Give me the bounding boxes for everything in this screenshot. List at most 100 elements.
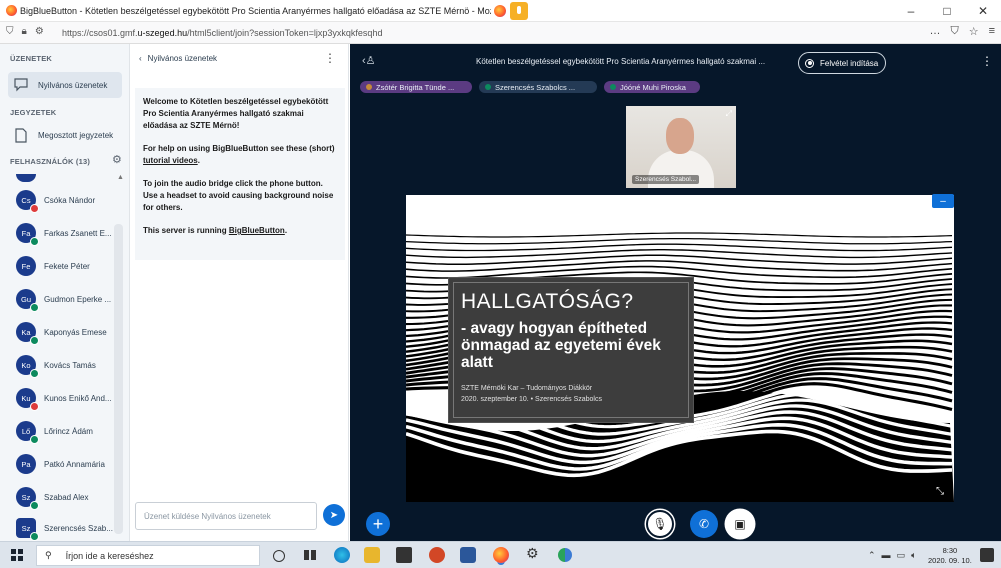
screen-share-indicator-icon <box>491 2 509 20</box>
cortana-icon[interactable] <box>273 550 285 562</box>
maximize-button[interactable]: □ <box>929 0 965 22</box>
system-tray[interactable]: ⌃ ▬ ▭ 🔈︎ <box>868 550 916 561</box>
leave-audio-phone-button[interactable]: ✆ <box>690 510 718 538</box>
wave-line <box>406 237 953 245</box>
audio-status-icon <box>30 237 39 246</box>
url-text[interactable]: https://csos01.gmf.u-szeged.hu/html5clie… <box>62 28 382 38</box>
user-list-item[interactable]: Pa Patkó Annamária <box>16 450 116 478</box>
taskbar-clock[interactable]: 8:30 2020. 09. 10. <box>928 546 972 566</box>
sidebar-item-shared-notes[interactable]: Megosztott jegyzetek <box>8 122 122 148</box>
user-list-item[interactable]: Sz Szabad Alex <box>16 483 116 511</box>
search-icon: ⚲ <box>45 550 52 560</box>
lock-icon[interactable]: 🔒︎ <box>22 26 27 37</box>
chat-back-button[interactable]: ‹ Nyilvános üzenetek <box>139 54 217 63</box>
notification-center-icon[interactable] <box>980 548 994 562</box>
permissions-icon[interactable]: ⚙︎ <box>35 26 44 37</box>
messages-header: ÜZENETEK <box>10 54 53 63</box>
taskbar-search-input[interactable]: ⚲ Írjon ide a kereséshez <box>36 545 260 566</box>
chat-options-kebab-icon[interactable]: ⋮ <box>324 51 336 65</box>
start-recording-button[interactable]: Felvétel indítása <box>798 52 886 74</box>
audio-status-icon <box>30 532 39 541</box>
sidebar-item-public-chat[interactable]: Nyilvános üzenetek <box>8 72 122 98</box>
fullscreen-icon[interactable]: ⤡ <box>936 486 944 497</box>
sidebar-item-label: Megosztott jegyzetek <box>38 130 114 140</box>
share-webcam-button[interactable]: ▣ <box>726 510 754 538</box>
webcam-video[interactable]: ⤢ Szerencsés Szabol... <box>626 106 736 188</box>
actions-plus-button[interactable]: + <box>366 512 390 536</box>
avatar: Cs <box>16 190 39 213</box>
windows-taskbar: ⚲ Írjon ide a kereséshez ⚙ ⌃ ▬ ▭ 🔈︎ 8:30 2020… <box>0 541 1001 568</box>
talking-indicator[interactable]: Jóóné Muhi Piroska <box>604 81 700 93</box>
welcome-message: Welcome to Kötetlen beszélgetéssel egybe… <box>135 88 345 260</box>
bigbluebutton-link[interactable]: BigBlueButton <box>229 226 285 235</box>
shield-icon[interactable]: ⛉ <box>6 26 14 37</box>
user-list-item[interactable]: Gu Gudmon Eperke ... <box>16 285 116 313</box>
page-actions-icon[interactable]: … <box>929 25 940 38</box>
muted-status-icon <box>30 204 39 213</box>
user-list-item[interactable]: Cs Csóka Nándor <box>16 186 116 214</box>
store-icon[interactable] <box>396 547 412 563</box>
muted-microphone-icon: 🎙︎ <box>652 517 668 531</box>
pocket-icon[interactable]: ⛉ <box>950 25 958 38</box>
server-text: This server is running BigBlueButton. <box>143 226 288 235</box>
minimize-button[interactable]: – <box>893 0 929 22</box>
chat-message-input[interactable]: Üzenet küldése Nyilvános üzenetek <box>135 502 317 530</box>
chat-bubble-icon <box>12 76 30 94</box>
mute-microphone-button[interactable]: 🎙︎ <box>646 510 674 538</box>
user-settings-gear-icon[interactable]: ⚙ <box>112 153 122 166</box>
avatar: Ku <box>16 388 39 411</box>
close-window-button[interactable]: ✕ <box>965 0 1001 22</box>
slide-subtitle: - avagy hogyan építheted önmagad az egye… <box>461 320 661 371</box>
audio-status-icon <box>30 501 39 510</box>
window-titlebar: BigBlueButton - Kötetlen beszélgetéssel … <box>0 0 1001 22</box>
word-icon[interactable] <box>460 547 476 563</box>
file-explorer-icon[interactable] <box>364 547 380 563</box>
help-text: For help on using BigBlueButton see thes… <box>143 144 335 165</box>
presentation-slide[interactable]: HALLGATÓSÁG? - avagy hogyan építheted ön… <box>406 195 954 502</box>
app-icon[interactable] <box>558 548 572 562</box>
task-view-icon[interactable] <box>302 547 318 563</box>
user-list-item[interactable]: Fa Farkas Zsanett E... <box>16 219 116 247</box>
scroll-up-chevron-icon[interactable]: ▲ <box>117 174 124 181</box>
user-list-item[interactable]: Ku Kunos Enikő And... <box>16 384 116 412</box>
user-list-item[interactable]: Ko Kovács Tamás <box>16 351 116 379</box>
edge-browser-icon[interactable] <box>334 547 350 563</box>
tray-chevron-icon: ⌃ <box>868 550 876 560</box>
firefox-taskbar-icon[interactable] <box>493 547 509 563</box>
chat-panel: ‹ Nyilvános üzenetek ⋮ Welcome to Kötetle… <box>131 44 349 541</box>
options-kebab-icon[interactable]: ⋮ <box>981 54 993 68</box>
windows-start-icon[interactable] <box>11 549 23 561</box>
user-list-item[interactable]: Ka Kaponyás Emese <box>16 318 116 346</box>
minimize-presentation-button[interactable]: – <box>932 194 954 208</box>
user-list-item[interactable]: Fe Fekete Péter <box>16 252 116 280</box>
user-list-item[interactable]: Lő Lőrincz Ádám <box>16 417 116 445</box>
talking-icon <box>366 84 372 90</box>
tutorial-videos-link[interactable]: tutorial videos <box>143 156 198 165</box>
toggle-userlist-icon[interactable]: ‹♙ <box>362 54 376 67</box>
hamburger-menu-icon[interactable]: ≡ <box>989 25 995 38</box>
expand-webcam-icon[interactable]: ⤢ <box>726 109 732 119</box>
video-camera-off-icon: ▣ <box>734 517 746 531</box>
slide-footer: SZTE Mérnöki Kar – Tudományos Diákkör 202… <box>461 385 602 403</box>
welcome-text: Welcome to Kötetlen beszélgetéssel egybe… <box>143 97 329 130</box>
wave-line <box>406 260 953 272</box>
powerpoint-icon[interactable] <box>429 547 445 563</box>
bbb-app: ÜZENETEK Nyilvános üzenetek JEGYZETEK Me… <box>0 44 1001 541</box>
firefox-icon <box>6 5 17 16</box>
talking-indicator[interactable]: Zsótér Brigitta Tünde ... <box>360 81 472 93</box>
send-message-button[interactable]: ➤ <box>323 504 345 526</box>
sidebar-item-label: Nyilvános üzenetek <box>38 80 108 90</box>
user-list-item[interactable]: Sz Szerencsés Szab... <box>16 514 116 542</box>
address-bar[interactable]: ⛉ 🔒︎ ⚙︎ https://csos01.gmf.u-szeged.hu/h… <box>0 22 1001 44</box>
avatar: Fe <box>16 256 36 276</box>
bookmark-star-icon[interactable]: ☆ <box>969 25 979 38</box>
audio-status-icon <box>30 303 39 312</box>
settings-gear-icon[interactable]: ⚙ <box>526 545 542 561</box>
avatar: Ko <box>16 355 39 378</box>
send-arrow-icon: ➤ <box>329 509 339 521</box>
webcam-person-face <box>666 118 694 154</box>
talking-indicator[interactable]: Szerencsés Szabolcs ... <box>479 81 597 93</box>
audio-help-text: To join the audio bridge click the phone… <box>143 179 334 212</box>
volume-icon: 🔈︎ <box>911 550 917 560</box>
display-icon: ▭ <box>896 550 906 560</box>
